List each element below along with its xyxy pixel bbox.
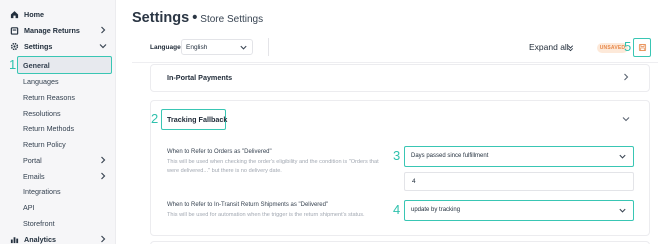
save-icon xyxy=(638,43,646,52)
chevron-right-icon xyxy=(101,26,106,34)
sidebar-item-label: Home xyxy=(24,9,44,19)
sidebar-item-label: Return Reasons xyxy=(23,92,75,102)
sidebar-item-label: Languages xyxy=(23,76,59,86)
sidebar-item-return-policy[interactable]: Return Policy xyxy=(0,136,116,152)
sidebar-item-label: Analytics xyxy=(24,234,56,244)
annotation-number: 5 xyxy=(624,39,632,54)
sidebar-item-return-methods[interactable]: Return Methods xyxy=(0,120,116,136)
sidebar-item-portal[interactable]: Portal xyxy=(0,152,116,168)
sidebar-item-label: Return Methods xyxy=(23,123,75,133)
sidebar-item-label: Manage Returns xyxy=(24,25,80,35)
gear-icon xyxy=(10,42,19,51)
sidebar-item-label: Resolutions xyxy=(23,108,61,118)
chevron-right-icon[interactable] xyxy=(621,72,631,82)
sidebar-item-label: Return Policy xyxy=(23,139,66,149)
sidebar-item-return-reasons[interactable]: Return Reasons xyxy=(0,89,116,105)
chevron-right-icon xyxy=(101,235,106,243)
page-title-main: Settings xyxy=(132,10,190,26)
shipments-delivered-select[interactable]: update by tracking xyxy=(404,200,634,221)
chevron-right-icon xyxy=(101,156,106,164)
sidebar-item-label: Integrations xyxy=(23,186,61,196)
chevron-down-icon xyxy=(619,208,626,213)
sidebar-item-emails[interactable]: Emails xyxy=(0,168,116,184)
days-input[interactable]: 4 xyxy=(404,172,634,191)
in-portal-payments-title: In-Portal Payments xyxy=(167,73,233,82)
save-button[interactable] xyxy=(633,38,651,57)
sidebar-item-label: Emails xyxy=(23,171,45,181)
sidebar-item-analytics[interactable]: Analytics xyxy=(0,231,116,244)
chevron-down-icon[interactable] xyxy=(621,114,631,124)
returns-icon xyxy=(10,26,19,35)
chevron-right-icon xyxy=(101,172,106,180)
sidebar-item-api[interactable]: API xyxy=(0,199,116,215)
sidebar-item-label: Storefront xyxy=(23,218,55,228)
sidebar-item-storefront[interactable]: Storefront xyxy=(0,215,116,231)
sidebar-item-resolutions[interactable]: Resolutions xyxy=(0,105,116,121)
sidebar-item-manage-returns[interactable]: Manage Returns xyxy=(0,22,116,38)
chevron-down-icon xyxy=(99,44,107,49)
sidebar: Home Manage Returns Settings General Lan… xyxy=(0,0,116,244)
sidebar-item-settings[interactable]: Settings xyxy=(0,38,116,54)
title-separator: • xyxy=(192,10,198,26)
page-title: Settings • Store Settings xyxy=(132,10,263,26)
expand-all-icon[interactable] xyxy=(566,43,575,52)
language-label: Language xyxy=(150,44,181,51)
orders-delivered-select[interactable]: Days passed since fulfillment xyxy=(404,146,634,167)
analytics-icon xyxy=(10,235,19,244)
orders-delivered-help: This will be used when checking the orde… xyxy=(167,159,379,174)
annotation-number: 2 xyxy=(151,111,159,126)
sidebar-item-label: Settings xyxy=(24,41,53,51)
sidebar-item-home[interactable]: Home xyxy=(0,6,116,22)
sidebar-item-languages[interactable]: Languages xyxy=(0,73,116,89)
shipments-delivered-label: When to Refer to In-Transit Return Shipm… xyxy=(167,202,329,208)
toolbar-divider xyxy=(268,38,269,56)
orders-delivered-label: When to Refer to Orders as "Delivered" xyxy=(167,149,272,155)
sidebar-item-general[interactable]: General xyxy=(0,57,116,73)
shipments-delivered-select-value: update by tracking xyxy=(411,207,461,213)
annotation-number: 4 xyxy=(393,202,401,217)
sidebar-item-label: API xyxy=(23,202,35,212)
sidebar-item-integrations[interactable]: Integrations xyxy=(0,183,116,199)
days-input-value: 4 xyxy=(412,178,416,185)
language-select-value: English xyxy=(186,44,208,51)
annotation-number: 3 xyxy=(393,148,401,163)
chevron-down-icon xyxy=(240,45,247,50)
sidebar-item-label: General xyxy=(23,60,50,70)
language-select[interactable]: English xyxy=(181,39,253,55)
tracking-fallback-title[interactable]: Tracking Fallback xyxy=(167,115,227,124)
expand-all-button[interactable]: Expand all xyxy=(529,42,569,52)
orders-delivered-select-value: Days passed since fulfillment xyxy=(411,153,489,159)
chevron-down-icon xyxy=(619,154,626,159)
home-icon xyxy=(10,10,19,19)
sidebar-item-label: Portal xyxy=(23,155,42,165)
shipments-delivered-help: This will be used for automation when th… xyxy=(167,212,365,218)
page-subtitle: Store Settings xyxy=(200,14,264,25)
annotation-number: 1 xyxy=(9,57,17,72)
